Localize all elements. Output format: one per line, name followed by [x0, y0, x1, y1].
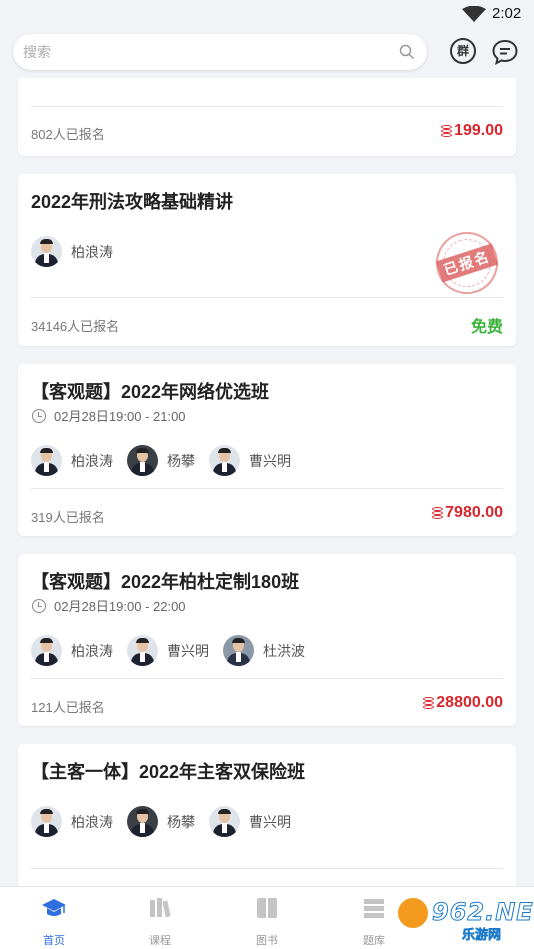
avatar [31, 236, 62, 267]
enroll-count: 802人已报名 [31, 127, 105, 142]
price-value: 28800.00 [436, 694, 503, 711]
card-divider [31, 868, 503, 869]
course-title: 【主客一体】2022年主客双保险班 [31, 762, 306, 782]
status-bar: 2:02 [0, 0, 534, 28]
teacher-list: 柏浪涛 曹兴明 杜洪波 [31, 635, 319, 666]
teacher-name: 柏浪涛 [71, 813, 113, 830]
graduation-cap-icon [42, 899, 66, 916]
teacher-item[interactable]: 曹兴明 [209, 806, 291, 837]
card-divider [31, 297, 503, 298]
enroll-count: 121人已报名 [31, 700, 105, 715]
course-time-text: 02月28日19:00 - 21:00 [54, 409, 186, 424]
teacher-item[interactable]: 曹兴明 [127, 635, 209, 666]
group-chat-button[interactable]: 群 [450, 38, 478, 66]
course-card[interactable]: 【主客一体】2022年主客双保险班 柏浪涛 杨攀 曹兴明 [18, 744, 516, 886]
coin-icon [432, 506, 444, 520]
teacher-item[interactable]: 柏浪涛 [31, 236, 113, 267]
teacher-item[interactable]: 曹兴明 [209, 445, 291, 476]
teacher-list: 柏浪涛 杨攀 曹兴明 [31, 445, 305, 476]
message-button[interactable] [491, 38, 519, 66]
teacher-name: 曹兴明 [249, 813, 291, 830]
teacher-list: 柏浪涛 [31, 236, 127, 267]
teacher-name: 杨攀 [167, 813, 195, 830]
clock-time: 2:02 [492, 5, 522, 22]
enroll-count: 34146人已报名 [31, 319, 120, 334]
tab-books[interactable]: 图书 [237, 895, 297, 948]
course-time: 02月28日19:00 - 21:00 [32, 406, 186, 425]
teacher-name: 曹兴明 [249, 452, 291, 469]
avatar [127, 635, 158, 666]
teacher-item[interactable]: 杨攀 [127, 806, 195, 837]
book-icon [257, 898, 277, 918]
teacher-item[interactable]: 杜洪波 [223, 635, 305, 666]
stamp-label: 已报名 [436, 243, 498, 283]
tab-courses[interactable]: 课程 [130, 895, 190, 948]
teacher-name: 柏浪涛 [71, 243, 113, 260]
tab-label: 图书 [256, 935, 278, 947]
watermark-subtitle: 乐游网 [462, 927, 502, 943]
coin-icon [441, 124, 453, 138]
clock-icon [32, 598, 46, 613]
course-card[interactable]: 802人已报名 199.00 [18, 78, 516, 156]
books-icon [150, 898, 171, 918]
teacher-item[interactable]: 柏浪涛 [31, 806, 113, 837]
teacher-list: 柏浪涛 杨攀 曹兴明 [31, 806, 305, 837]
teacher-item[interactable]: 杨攀 [127, 445, 195, 476]
course-title: 【客观题】2022年网络优选班 [31, 382, 270, 402]
course-card[interactable]: 【客观题】2022年网络优选班 02月28日19:00 - 21:00 柏浪涛 … [18, 364, 516, 536]
top-header: 群 [0, 28, 534, 78]
price-value: 7980.00 [445, 504, 503, 521]
tab-home[interactable]: 首页 [24, 895, 84, 948]
card-divider [31, 678, 503, 679]
question-bank-icon [364, 899, 384, 918]
course-price: 199.00 [441, 122, 503, 140]
teacher-item[interactable]: 柏浪涛 [31, 635, 113, 666]
course-price: 7980.00 [432, 504, 503, 522]
course-price: 28800.00 [423, 694, 503, 712]
teacher-name: 柏浪涛 [71, 642, 113, 659]
teacher-name: 杜洪波 [263, 642, 305, 659]
course-time: 02月28日19:00 - 22:00 [32, 596, 186, 615]
search-icon[interactable] [399, 44, 415, 60]
avatar [31, 635, 62, 666]
avatar [31, 445, 62, 476]
price-value: 199.00 [454, 122, 503, 139]
avatar [127, 445, 158, 476]
course-card[interactable]: 2022年刑法攻略基础精讲 柏浪涛 已报名 34146人已报名 免费 [18, 174, 516, 346]
enrolled-stamp: 已报名 [427, 223, 507, 303]
avatar [31, 806, 62, 837]
tab-question-bank[interactable]: 题库 [344, 895, 404, 948]
avatar [209, 445, 240, 476]
tab-label: 课程 [149, 935, 171, 947]
watermark-number: 962.NET [431, 898, 534, 927]
coin-icon [423, 696, 435, 710]
teacher-name: 杨攀 [167, 452, 195, 469]
teacher-name: 曹兴明 [167, 642, 209, 659]
site-watermark: 962.NET 乐游网 [396, 894, 534, 944]
message-icon [492, 39, 518, 65]
tab-label: 题库 [363, 935, 385, 947]
avatar [209, 806, 240, 837]
course-list[interactable]: 802人已报名 199.00 2022年刑法攻略基础精讲 柏浪涛 已报名 341… [0, 78, 534, 886]
group-icon: 群 [450, 38, 476, 64]
teacher-name: 柏浪涛 [71, 452, 113, 469]
wifi-icon [462, 6, 486, 22]
watermark-logo-icon [396, 896, 430, 930]
course-time-text: 02月28日19:00 - 22:00 [54, 599, 186, 614]
course-card[interactable]: 【客观题】2022年柏杜定制180班 02月28日19:00 - 22:00 柏… [18, 554, 516, 726]
card-divider [31, 488, 503, 489]
search-input[interactable] [23, 34, 393, 70]
tab-label: 首页 [43, 935, 65, 947]
course-title: 2022年刑法攻略基础精讲 [31, 192, 234, 212]
enroll-count: 319人已报名 [31, 510, 105, 525]
search-bar[interactable] [13, 34, 427, 70]
clock-icon [32, 408, 46, 423]
card-divider [31, 106, 503, 107]
teacher-item[interactable]: 柏浪涛 [31, 445, 113, 476]
course-title: 【客观题】2022年柏杜定制180班 [31, 572, 300, 592]
avatar [127, 806, 158, 837]
avatar [223, 635, 254, 666]
free-label: 免费 [470, 319, 503, 336]
